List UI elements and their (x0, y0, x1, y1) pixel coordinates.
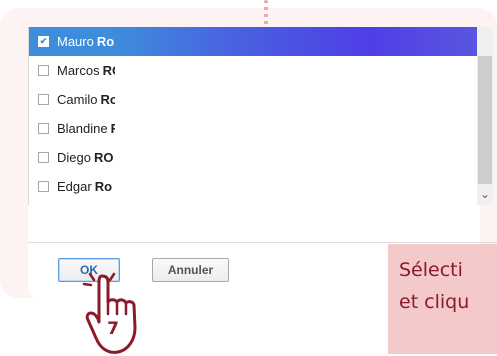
checkbox-icon[interactable] (38, 65, 49, 76)
checkbox-icon[interactable] (38, 94, 49, 105)
item-first-name: Edgar (57, 179, 92, 194)
pointing-hand-icon (82, 272, 137, 354)
checkbox-icon[interactable]: ✔ (38, 36, 49, 47)
scrollbar-thumb[interactable] (478, 56, 492, 184)
chevron-down-icon[interactable]: ⌄ (477, 185, 493, 203)
item-last-name: Ro (94, 179, 113, 194)
checkbox-icon[interactable] (38, 152, 49, 163)
redaction-overlay (115, 56, 477, 205)
user-list[interactable]: ✔ Mauro Ro Marcos RO Camilo Rc Blandine … (28, 27, 493, 205)
item-first-name: Camilo (57, 92, 98, 107)
item-last-name: Ro (96, 34, 115, 49)
checkbox-icon[interactable] (38, 123, 49, 134)
tutorial-stage: ✔ Mauro Ro Marcos RO Camilo Rc Blandine … (0, 0, 497, 356)
dialog-divider (28, 242, 497, 243)
item-first-name: Blandine (57, 121, 108, 136)
item-first-name: Diego (57, 150, 91, 165)
list-scrollbar[interactable]: ⌄ (477, 27, 493, 205)
step-number: 7 (107, 319, 119, 339)
checkbox-icon[interactable] (38, 181, 49, 192)
redaction-overlay-selected (115, 27, 477, 56)
dotted-connector (264, 0, 268, 26)
item-last-name: RO (93, 150, 114, 165)
item-first-name: Mauro (57, 34, 94, 49)
instruction-tooltip: Sélecti et cliqu (388, 244, 497, 354)
tooltip-line-1: Sélecti (399, 259, 463, 281)
tooltip-line-2: et cliqu (399, 291, 470, 313)
item-first-name: Marcos (57, 63, 100, 78)
cancel-button[interactable]: Annuler (152, 258, 229, 282)
